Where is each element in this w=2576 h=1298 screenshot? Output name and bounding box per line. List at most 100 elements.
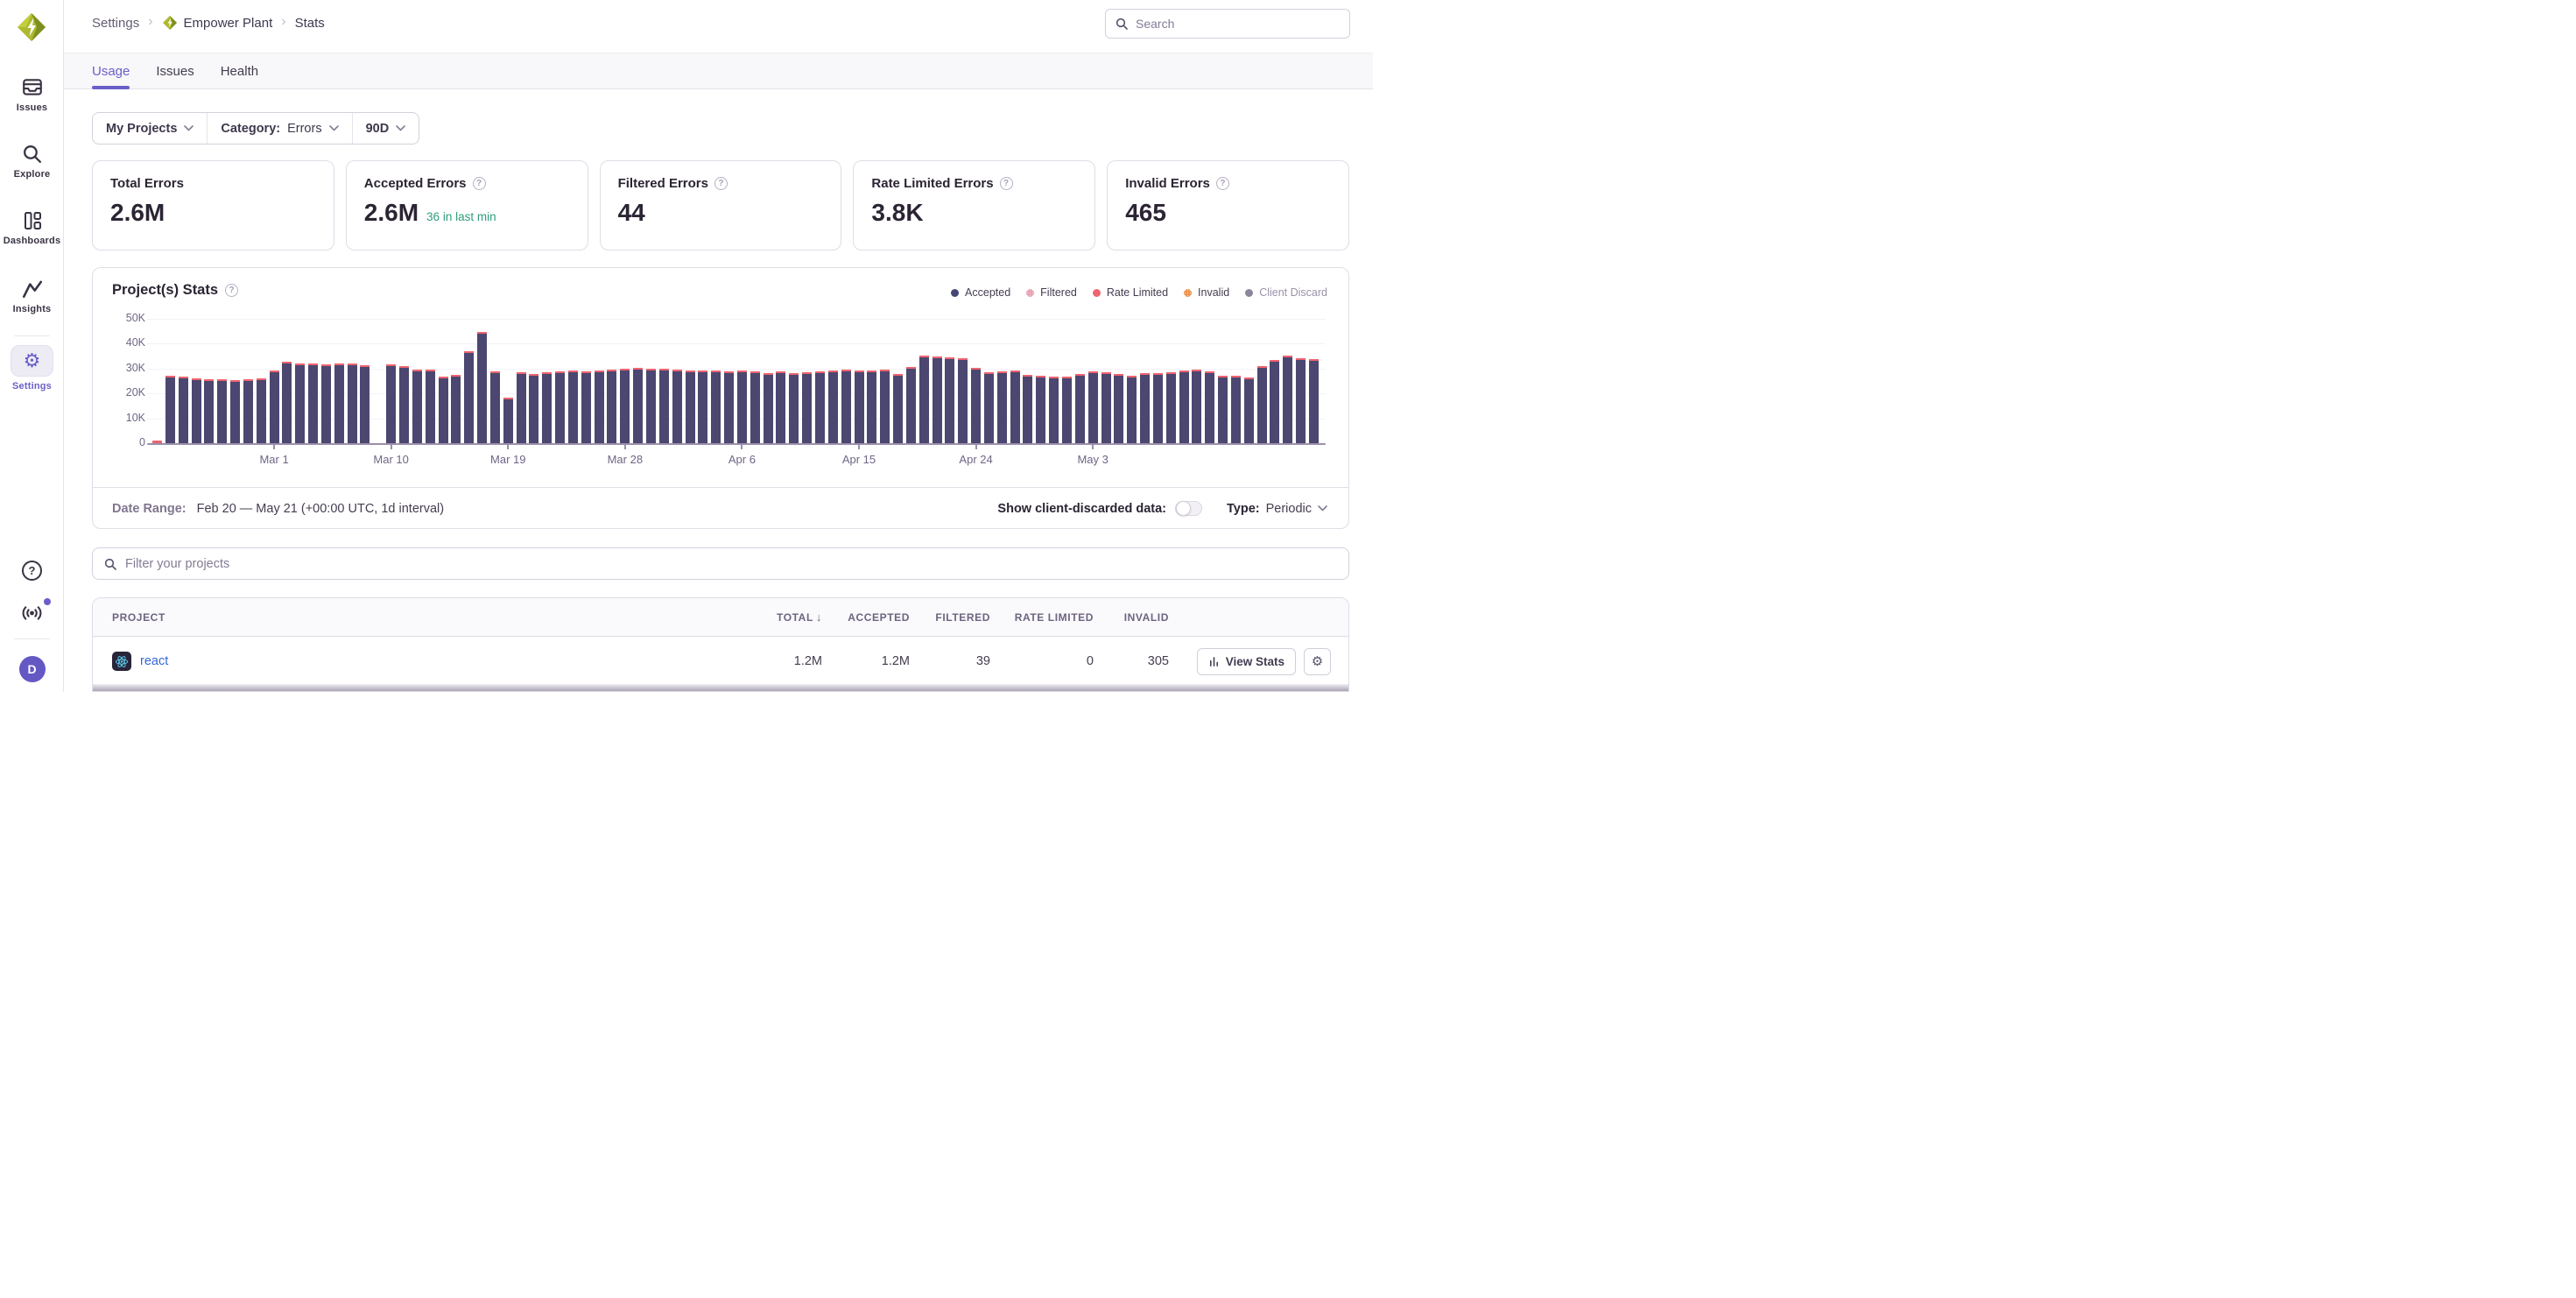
chart-bar	[633, 368, 643, 443]
x-axis-line	[147, 443, 1326, 445]
chart-bar	[179, 377, 188, 443]
avatar[interactable]: D	[19, 656, 46, 682]
rate-limited-cap	[165, 376, 175, 377]
rate-limited-cap	[555, 371, 565, 373]
rate-limited-cap	[1309, 359, 1319, 361]
rate-limited-cap	[1231, 376, 1241, 377]
date-range-value: Feb 20 — May 21 (+00:00 UTC, 1d interval…	[197, 502, 444, 516]
chart-bar	[1270, 360, 1279, 443]
legend-client-discard[interactable]: Client Discard	[1245, 286, 1327, 299]
project-settings-button[interactable]: ⚙	[1304, 648, 1331, 675]
help-icon[interactable]: ?	[714, 177, 728, 190]
rate-limited-cap	[1296, 358, 1306, 360]
legend-dot-icon	[1245, 289, 1253, 297]
chevron-right-icon: ›	[148, 15, 152, 29]
legend-invalid[interactable]: Invalid	[1184, 286, 1229, 299]
category-value: Errors	[287, 122, 321, 136]
rate-limited-cap	[308, 363, 318, 365]
col-accepted[interactable]: Accepted	[822, 611, 910, 624]
type-value: Periodic	[1266, 502, 1312, 516]
search-input[interactable]	[1136, 17, 1341, 31]
chart-legend: Accepted Filtered Rate Limited Invalid C…	[951, 286, 1327, 299]
rate-limited-cap	[997, 371, 1007, 373]
tab-health[interactable]: Health	[221, 53, 258, 88]
project-selector[interactable]: My Projects	[93, 113, 207, 144]
card-title: Accepted Errors	[364, 176, 467, 191]
tab-issues[interactable]: Issues	[156, 53, 194, 88]
rate-limited-cap	[958, 358, 968, 360]
date-range-selector[interactable]: 90D	[353, 113, 419, 144]
project-filter-input[interactable]	[125, 557, 1338, 571]
project-filter[interactable]	[92, 547, 1349, 580]
rate-limited-cap	[451, 375, 461, 377]
rate-limited-cap	[1192, 370, 1201, 371]
bar-chart-icon	[1208, 656, 1220, 667]
col-invalid[interactable]: Invalid	[1094, 611, 1169, 624]
chart-bar	[945, 357, 954, 443]
sidebar-item-issues[interactable]: Issues	[0, 77, 64, 113]
rate-limited-cap	[906, 367, 916, 369]
broadcast-icon	[20, 603, 44, 623]
chart-bar	[1101, 372, 1111, 443]
search-icon	[1115, 17, 1129, 31]
breadcrumb-settings[interactable]: Settings	[92, 16, 139, 31]
chart-bar	[595, 370, 604, 443]
rate-limited-cap	[1166, 372, 1176, 374]
sidebar-item-settings[interactable]: ⚙ Settings	[0, 345, 64, 392]
card-title: Rate Limited Errors	[871, 176, 993, 191]
rate-limited-cap	[1153, 373, 1163, 375]
x-axis-label: Apr 15	[842, 453, 876, 466]
col-filtered[interactable]: Filtered	[910, 611, 990, 624]
legend-accepted[interactable]: Accepted	[951, 286, 1010, 299]
help-icon[interactable]: ?	[1000, 177, 1013, 190]
table-header: Project Total↓ Accepted Filtered Rate Li…	[93, 598, 1348, 637]
client-discard-toggle[interactable]	[1175, 501, 1202, 516]
rate-limited-cap	[179, 377, 188, 378]
project-link[interactable]: react	[140, 654, 168, 668]
card-trend-note: 36 in last min	[426, 210, 496, 223]
card-title: Total Errors	[110, 176, 184, 191]
rate-limited-cap	[750, 371, 760, 373]
help-icon[interactable]: ?	[473, 177, 486, 190]
rate-limited-cap	[1283, 356, 1292, 357]
react-platform-icon	[112, 652, 131, 671]
app-logo-icon[interactable]	[16, 11, 47, 43]
tab-usage[interactable]: Usage	[92, 53, 130, 88]
chart-bar	[919, 356, 929, 443]
rate-limited-cap	[633, 368, 643, 370]
sidebar: Issues Explore Dashboards Insights	[0, 0, 64, 692]
rate-limited-cap	[686, 370, 695, 372]
sidebar-item-dashboards[interactable]: Dashboards	[0, 210, 64, 246]
chart-bar	[529, 374, 538, 443]
rate-limited-cap	[490, 371, 500, 373]
help-icon[interactable]: ?	[1216, 177, 1229, 190]
client-discard-toggle-label: Show client-discarded data:	[997, 502, 1166, 516]
view-stats-button[interactable]: View Stats	[1197, 648, 1296, 675]
whats-new-button[interactable]	[0, 603, 64, 623]
category-label: Category:	[221, 122, 280, 136]
user-menu[interactable]: D	[0, 656, 64, 682]
legend-rate-limited[interactable]: Rate Limited	[1093, 286, 1168, 299]
chart-bar	[1010, 370, 1020, 443]
help-button[interactable]: ?	[0, 561, 64, 581]
chart-bar	[503, 398, 513, 443]
col-total[interactable]: Total↓	[743, 610, 822, 624]
rate-limited-cap	[672, 370, 682, 371]
sidebar-item-insights[interactable]: Insights	[0, 279, 64, 314]
type-selector[interactable]: Type: Periodic	[1227, 502, 1327, 516]
legend-filtered[interactable]: Filtered	[1026, 286, 1077, 299]
chart-bar	[802, 372, 812, 443]
chart-bar	[165, 376, 175, 443]
col-rate-limited[interactable]: Rate Limited	[990, 611, 1094, 624]
global-search[interactable]	[1105, 9, 1350, 39]
rate-limited-cap	[360, 365, 370, 367]
help-icon[interactable]: ?	[225, 284, 238, 297]
table-scroll-cut	[93, 684, 1348, 691]
sidebar-item-explore[interactable]: Explore	[0, 143, 64, 180]
project-selector-label: My Projects	[106, 122, 177, 136]
rate-limited-cap	[426, 370, 435, 371]
breadcrumb-organization[interactable]: Empower Plant	[162, 15, 273, 31]
rate-limited-cap	[893, 374, 903, 376]
category-selector[interactable]: Category: Errors	[208, 113, 351, 144]
rate-limited-cap	[802, 372, 812, 374]
